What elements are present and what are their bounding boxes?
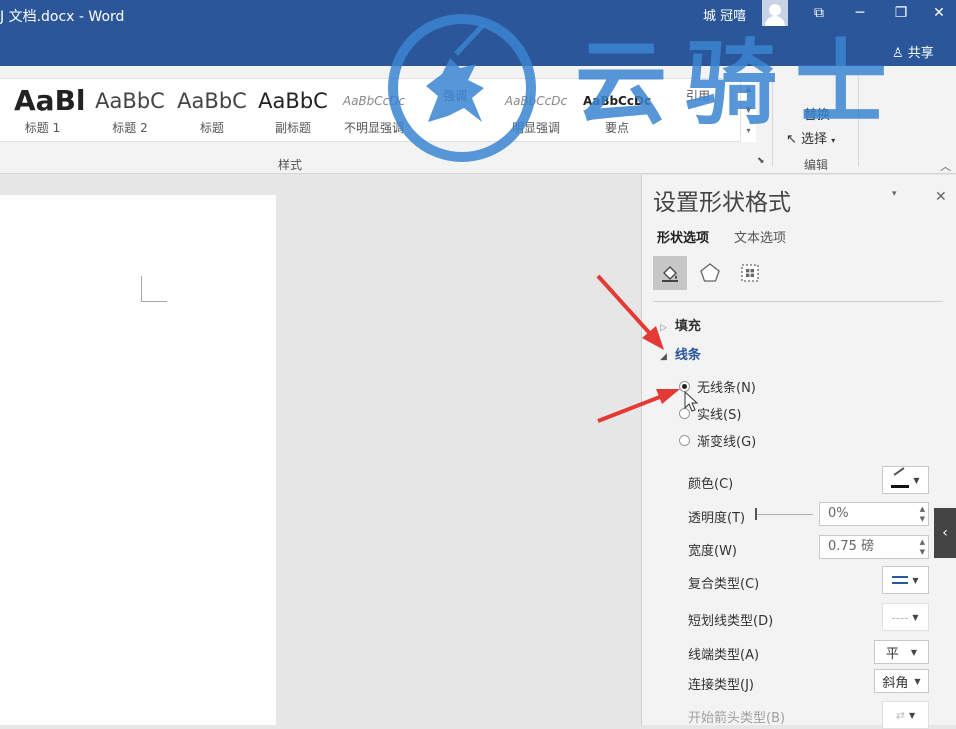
tab-shape-options[interactable]: 形状选项 [657, 227, 709, 246]
chevron-down-icon: ▼ [909, 710, 916, 720]
width-spinner[interactable]: 0.75 磅 ▲ ▼ [819, 535, 929, 559]
share-label: 共享 [907, 46, 934, 61]
scroll-down-icon[interactable]: ▼ [741, 99, 756, 120]
radio-button[interactable] [679, 381, 690, 392]
chevron-down-icon: ▼ [910, 647, 918, 657]
chevron-right-icon: ▷ [660, 323, 667, 333]
cursor-icon: ↖ [786, 132, 797, 147]
style-emphasis[interactable]: 强调 [415, 85, 495, 141]
pane-options-icon[interactable]: ▾ [892, 189, 897, 199]
transparency-label: 透明度(T) [688, 511, 746, 526]
style-strong[interactable]: AaBbCcDc 要点 [577, 85, 657, 141]
title-bar: J 文档.docx - Word 城 冠嘻 ⧉ ─ ❐ ✕ ♙ 共享 [0, 0, 956, 66]
tab-text-options[interactable]: 文本选项 [734, 227, 786, 246]
style-quote[interactable]: 引用 [658, 85, 738, 141]
document-canvas[interactable] [0, 175, 640, 725]
minimize-button[interactable]: ─ [843, 0, 877, 26]
color-label: 颜色(C) [688, 477, 734, 492]
transparency-spinner[interactable]: 0% ▲ ▼ [819, 502, 929, 526]
chevron-down-icon: ▼ [912, 612, 919, 622]
fill-section-header[interactable]: ▷ 填充 [660, 315, 701, 334]
dash-type-label: 短划线类型(D) [688, 614, 774, 629]
radio-button[interactable] [679, 408, 690, 419]
width-label: 宽度(W) [688, 544, 737, 559]
no-line-radio[interactable]: 无线条(N) [679, 377, 756, 396]
spinner-arrows-icon[interactable]: ▲ ▼ [920, 537, 925, 557]
solid-line-radio[interactable]: 实线(S) [679, 404, 741, 423]
select-button[interactable]: ↖ 选择 ▾ [786, 128, 835, 147]
close-button[interactable]: ✕ [922, 0, 956, 26]
user-name[interactable]: 城 冠嘻 [703, 5, 746, 24]
group-divider [772, 76, 773, 166]
line-section-header[interactable]: ◢ 线条 [660, 344, 701, 363]
chevron-down-icon: ▼ [912, 575, 919, 585]
styles-gallery[interactable]: AaBl 标题 1 AaBbC 标题 2 AaBbC 标题 AaBbC 副标题 … [0, 78, 756, 142]
avatar[interactable] [762, 0, 788, 26]
style-title[interactable]: AaBbC 标题 [172, 85, 252, 141]
window-title: J 文档.docx - Word [0, 9, 125, 25]
pen-color-icon [891, 467, 910, 488]
effects-icon[interactable] [693, 256, 727, 290]
collapse-ribbon-icon[interactable]: ︿ [940, 158, 951, 174]
dashed-line-icon [892, 617, 909, 619]
document-page[interactable] [0, 195, 276, 725]
chevron-down-icon: ▼ [913, 475, 920, 485]
join-type-label: 连接类型(J) [688, 678, 754, 693]
spinner-arrows-icon[interactable]: ▲ ▼ [920, 504, 925, 524]
scroll-up-icon[interactable]: ▲ [741, 78, 756, 99]
close-icon[interactable]: ✕ [935, 189, 947, 205]
size-properties-icon[interactable] [733, 256, 767, 290]
style-heading-1[interactable]: AaBl 标题 1 [0, 85, 86, 141]
side-panel-toggle[interactable]: ‹ [934, 508, 956, 558]
chevron-down-icon: ▾ [831, 136, 836, 145]
share-button[interactable]: ♙ 共享 [892, 42, 934, 61]
pane-title: 设置形状格式 [653, 190, 791, 216]
compound-type-dropdown[interactable]: ▼ [882, 566, 929, 594]
fill-line-icon[interactable] [653, 256, 687, 290]
restore-button[interactable]: ❐ [884, 0, 918, 26]
chevron-down-icon: ▼ [914, 676, 921, 686]
arrow-type-icon: ⇄ [895, 708, 906, 722]
slider-handle[interactable] [755, 508, 757, 520]
expand-gallery-icon[interactable]: ▾ [741, 120, 756, 141]
format-shape-pane: 设置形状格式 ▾ ✕ 形状选项 文本选项 ▷ 填充 ◢ 线条 无线条(N) 实线(S… [641, 175, 956, 729]
line-color-picker[interactable]: ▼ [882, 466, 929, 494]
compound-type-label: 复合类型(C) [688, 577, 760, 592]
dialog-launcher-icon[interactable]: ⬊ [757, 156, 765, 166]
replace-button[interactable]: 替换 [804, 104, 830, 123]
ribbon-display-options-button[interactable]: ⧉ [802, 0, 836, 26]
pane-divider [653, 301, 943, 302]
begin-arrow-type-label: 开始箭头类型(B) [688, 711, 786, 726]
style-heading-2[interactable]: AaBbC 标题 2 [90, 85, 170, 141]
person-icon: ♙ [892, 46, 904, 61]
margin-corner-mark [141, 276, 167, 302]
join-type-dropdown[interactable]: 斜角 ▼ [874, 669, 929, 693]
transparency-slider[interactable] [755, 514, 813, 515]
style-intense-emphasis[interactable]: AaBbCcDc 明显强调 [496, 85, 576, 141]
style-subtitle[interactable]: AaBbC 副标题 [253, 85, 333, 141]
gradient-line-radio[interactable]: 渐变线(G) [679, 431, 756, 450]
edit-group-label: 编辑 [804, 158, 829, 172]
styles-group-label: 样式 [278, 158, 303, 172]
chevron-down-icon: ◢ [660, 352, 667, 362]
double-line-icon [892, 576, 909, 584]
cap-type-label: 线端类型(A) [688, 648, 760, 663]
group-divider [858, 76, 859, 166]
cap-type-dropdown[interactable]: 平 ▼ [874, 640, 929, 664]
gallery-scrollbar[interactable]: ▲ ▼ ▾ [740, 78, 756, 142]
radio-button[interactable] [679, 435, 690, 446]
chevron-left-icon: ‹ [942, 525, 948, 541]
style-subtle-emphasis[interactable]: AaBbCcDc 不明显强调 [334, 85, 414, 141]
dash-type-dropdown[interactable]: ▼ [882, 603, 929, 631]
ribbon: AaBl 标题 1 AaBbC 标题 2 AaBbC 标题 AaBbC 副标题 … [0, 66, 956, 174]
